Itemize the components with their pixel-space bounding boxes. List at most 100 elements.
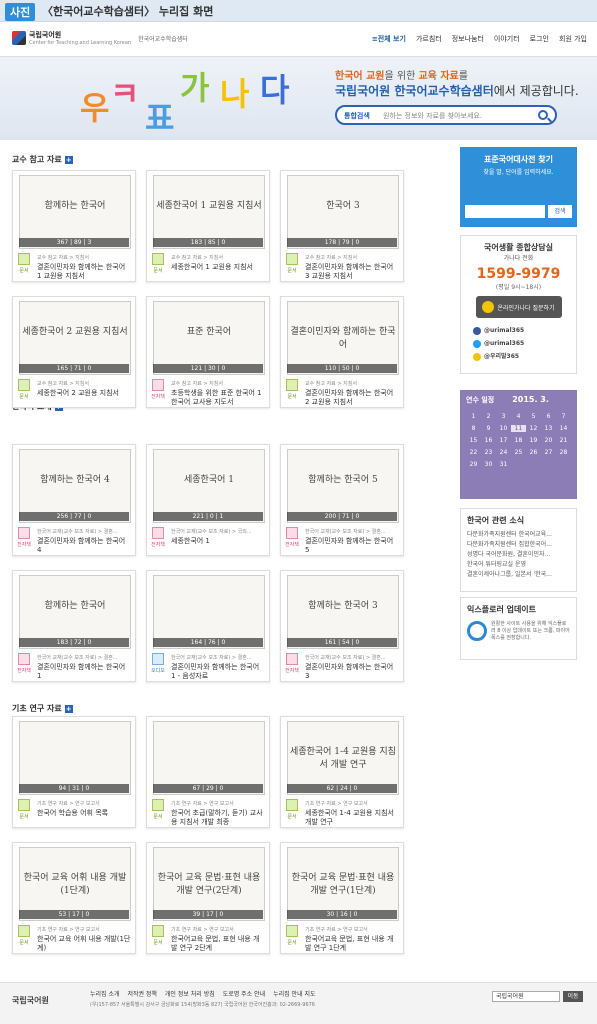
calendar-day[interactable]: 1	[466, 413, 481, 420]
section-title-teaching[interactable]: 교수 참고 자료 +	[12, 154, 73, 165]
calendar-day[interactable]: 28	[556, 449, 571, 456]
news-item[interactable]: 한국어 튜터링교실 운영	[467, 560, 570, 570]
resource-card[interactable]: 67 | 29 | 0 문서 기초 연구 자료 > 연구 보고서 한국어 초급(…	[146, 716, 270, 828]
calendar-day[interactable]: 31	[496, 461, 511, 468]
resource-card[interactable]: 결혼이민자와 함께하는 한국어 110 | 50 | 0 문서 교수 참고 자료…	[280, 296, 404, 408]
calendar-day[interactable]: 15	[466, 437, 481, 444]
resource-card[interactable]: 세종한국어 2 교원용 지침서 165 | 71 | 0 문서 교수 참고 자료…	[12, 296, 136, 408]
calendar-day[interactable]: 6	[541, 413, 556, 420]
facebook-link[interactable]: @urimal365	[473, 324, 576, 337]
family-site-go-button[interactable]: 이동	[563, 991, 583, 1002]
nav-teach[interactable]: 가르침터	[416, 34, 442, 44]
integrated-search[interactable]: 통합검색 원하는 정보와 자료를 찾아보세요.	[335, 105, 557, 125]
calendar-day[interactable]: 5	[526, 413, 541, 420]
calendar-day[interactable]: 2	[481, 413, 496, 420]
calendar-day[interactable]: 29	[466, 461, 481, 468]
card-title[interactable]: 한국어교육 문법, 표현 내용 개발 연구 2단계	[171, 935, 265, 953]
calendar-day[interactable]: 18	[511, 437, 526, 444]
resource-card[interactable]: 세종한국어 1-4 교원용 지침서 개발 연구 62 | 24 | 0 문서 기…	[280, 716, 404, 828]
news-item[interactable]: 결혼이세아나그룹, 일본서 '한국...	[467, 570, 570, 580]
search-icon[interactable]	[538, 110, 548, 120]
card-title[interactable]: 결혼이민자와 함께하는 한국어 5	[305, 537, 399, 555]
resource-card[interactable]: 함께하는 한국어 367 | 89 | 3 문서 교수 참고 자료 > 지침서 …	[12, 170, 136, 282]
card-title[interactable]: 결혼이민자와 함께하는 한국어 1 - 음성자료	[171, 663, 265, 681]
card-title[interactable]: 결혼이민자와 함께하는 한국어 3	[305, 663, 399, 681]
resource-card[interactable]: 세종한국어 1 교원용 지침서 183 | 85 | 0 문서 교수 참고 자료…	[146, 170, 270, 282]
card-title[interactable]: 세종한국어 1-4 교원용 지침서 개발 연구	[305, 809, 399, 827]
site-logo[interactable]: 국립국어원 Center for Teaching and Learning K…	[12, 30, 188, 46]
card-title[interactable]: 한국어 학습용 어휘 목록	[37, 809, 131, 818]
calendar-day[interactable]: 14	[556, 425, 571, 432]
calendar-day[interactable]: 16	[481, 437, 496, 444]
calendar-day[interactable]: 10	[496, 425, 511, 432]
news-item[interactable]: 다문화가족지원센터 한국어교육...	[467, 530, 570, 540]
footer-link[interactable]: 도로명 주소 안내	[223, 991, 265, 998]
calendar-day[interactable]: 21	[556, 437, 571, 444]
dictionary-input[interactable]	[465, 205, 545, 218]
nav-all[interactable]: ≡전체 보기	[372, 34, 406, 44]
resource-card[interactable]: 164 | 76 | 0 오디오 한국어 교재(교수 보조 자료) > 결혼..…	[146, 570, 270, 682]
resource-card[interactable]: 함께하는 한국어 5 200 | 71 | 0 전자책 한국어 교재(교수 보조…	[280, 444, 404, 556]
calendar-day[interactable]: 12	[526, 425, 541, 432]
nav-talk[interactable]: 이야기터	[494, 34, 520, 44]
card-title[interactable]: 한국어교육 문법, 표현 내용 개발 연구 1단계	[305, 935, 399, 953]
card-title[interactable]: 세종한국어 1 교원용 지침서	[171, 263, 265, 272]
twitter-link[interactable]: @urimal365	[473, 337, 576, 350]
search-input[interactable]: 원하는 정보와 자료를 찾아보세요.	[383, 111, 482, 121]
nav-share[interactable]: 정보나눔터	[452, 34, 484, 44]
news-title[interactable]: 한국어 관련 소식	[467, 515, 570, 526]
calendar-day[interactable]: 20	[541, 437, 556, 444]
nav-login[interactable]: 로그인	[530, 34, 549, 44]
ie-update-widget[interactable]: 익스플로러 업데이트 원활한 사이트 사용을 위해 익스플로러 8 이상 업데이…	[460, 597, 577, 660]
card-title[interactable]: 결혼이민자와 함께하는 한국어 4	[37, 537, 131, 555]
calendar-month[interactable]: 2015. 3.	[512, 395, 549, 404]
card-title[interactable]: 결혼이민자와 함께하는 한국어 1 교원용 지침서	[37, 263, 131, 281]
nav-join[interactable]: 회원 가입	[559, 34, 587, 44]
card-title[interactable]: 결혼이민자와 함께하는 한국어 2 교원용 지침서	[305, 389, 399, 407]
search-scope-label[interactable]: 통합검색	[344, 111, 370, 121]
yellowid-link[interactable]: @우리말365	[473, 350, 576, 363]
family-site-select[interactable]: 국립국어원	[492, 991, 560, 1002]
resource-card[interactable]: 한국어 교육 어휘 내용 개발(1단계) 53 | 17 | 0 문서 기초 연…	[12, 842, 136, 954]
calendar-day[interactable]: 13	[541, 425, 556, 432]
resource-card[interactable]: 세종한국어 1 221 | 0 | 1 전자책 한국어 교재(교수 보조 자료)…	[146, 444, 270, 556]
calendar-day[interactable]: 19	[526, 437, 541, 444]
resource-card[interactable]: 함께하는 한국어 183 | 72 | 0 전자책 한국어 교재(교수 보조 자…	[12, 570, 136, 682]
card-title[interactable]: 한국어 교육 어휘 내용 개발(1단계)	[37, 935, 131, 953]
footer-link[interactable]: 누리집 소개	[90, 991, 120, 998]
resource-card[interactable]: 94 | 31 | 0 문서 기초 연구 자료 > 연구 보고서 한국어 학습용…	[12, 716, 136, 828]
card-title[interactable]: 세종한국어 2 교원용 지침서	[37, 389, 131, 398]
calendar-day[interactable]: 11	[511, 424, 526, 432]
card-title[interactable]: 결혼이민자와 함께하는 한국어 3 교원용 지침서	[305, 263, 399, 281]
resource-card[interactable]: 한국어 3 178 | 79 | 0 문서 교수 참고 자료 > 지침서 결혼이…	[280, 170, 404, 282]
calendar-day[interactable]: 27	[541, 449, 556, 456]
footer-link[interactable]: 누리집 안내 지도	[273, 991, 315, 998]
calendar-day[interactable]: 8	[466, 425, 481, 432]
resource-card[interactable]: 표준 한국어 121 | 30 | 0 전자책 교수 참고 자료 > 지침서 초…	[146, 296, 270, 408]
card-title[interactable]: 세종한국어 1	[171, 537, 265, 546]
resource-card[interactable]: 함께하는 한국어 4 256 | 77 | 0 전자책 한국어 교재(교수 보조…	[12, 444, 136, 556]
news-item[interactable]: 성명다 국어문화원, 결혼이민자...	[467, 550, 570, 560]
calendar-day[interactable]: 17	[496, 437, 511, 444]
card-title[interactable]: 결혼이민자와 함께하는 한국어 1	[37, 663, 131, 681]
footer-link[interactable]: 개인 정보 처리 방침	[165, 991, 215, 998]
dictionary-search-button[interactable]: 검색	[548, 205, 572, 218]
calendar-day[interactable]: 30	[481, 461, 496, 468]
online-ask-button[interactable]: 온라인가나다 질문하기	[475, 296, 562, 318]
card-title[interactable]: 한국어 초급(말하기, 듣기) 교사용 지침서 개발 최종	[171, 809, 265, 827]
footer-link[interactable]: 저작권 정책	[127, 991, 157, 998]
section-title-research[interactable]: 기초 연구 자료 +	[12, 703, 73, 714]
resource-card[interactable]: 한국어 교육 문법·표현 내용 개발 연구(2단계) 39 | 17 | 0 문…	[146, 842, 270, 954]
news-item[interactable]: 다문화가족지원센터 집합한국어...	[467, 540, 570, 550]
calendar-day[interactable]: 22	[466, 449, 481, 456]
calendar-day[interactable]: 24	[496, 449, 511, 456]
resource-card[interactable]: 함께하는 한국어 3 161 | 54 | 0 전자책 한국어 교재(교수 보조…	[280, 570, 404, 682]
card-title[interactable]: 초등학생을 위한 표준 한국어 1 한국어 교사용 지도서	[171, 389, 265, 407]
calendar-day[interactable]: 23	[481, 449, 496, 456]
calendar-day[interactable]: 9	[481, 425, 496, 432]
calendar-day[interactable]: 25	[511, 449, 526, 456]
calendar-day[interactable]: 26	[526, 449, 541, 456]
resource-card[interactable]: 한국어 교육 문법·표현 내용 개발 연구(1단계) 30 | 16 | 0 문…	[280, 842, 404, 954]
calendar-day[interactable]: 3	[496, 413, 511, 420]
calendar-day[interactable]: 4	[511, 413, 526, 420]
